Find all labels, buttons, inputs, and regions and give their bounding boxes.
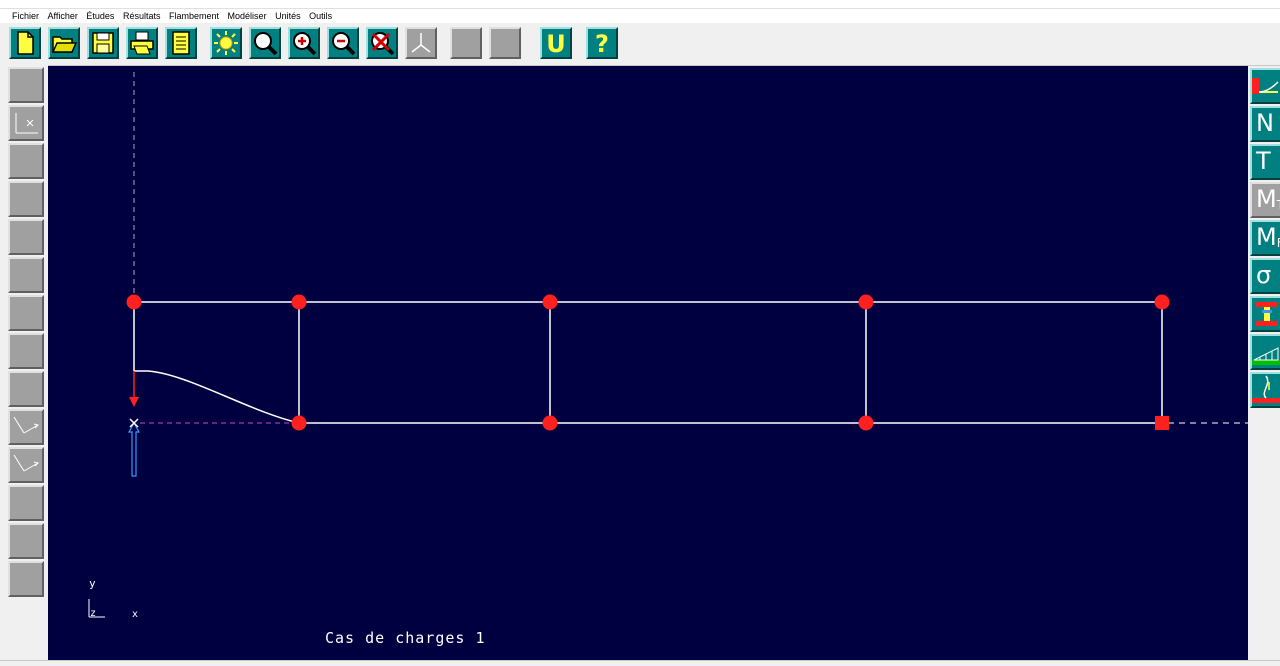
- sun-button[interactable]: [210, 27, 242, 59]
- rotate-view-icon: [13, 454, 39, 472]
- left-tool-7[interactable]: [8, 295, 44, 331]
- status-bar: [0, 660, 1280, 666]
- left-tool-3[interactable]: [8, 143, 44, 179]
- svg-text:U: U: [546, 30, 566, 57]
- node[interactable]: [291, 294, 307, 310]
- normal-force-icon: N: [1256, 109, 1274, 137]
- stress-button[interactable]: σ: [1250, 258, 1280, 294]
- axis-z-label: z: [90, 608, 97, 619]
- zoom-out-icon: [332, 32, 356, 56]
- left-tool-rotate-1[interactable]: [8, 409, 44, 445]
- notes-button[interactable]: [165, 27, 197, 59]
- menu-fichier[interactable]: Fichier: [9, 9, 42, 23]
- menu-flambement[interactable]: Flambement: [166, 9, 222, 23]
- zoom-out-button[interactable]: [327, 27, 359, 59]
- bending-moment-icon: MF: [1256, 223, 1280, 251]
- zoom-button[interactable]: [249, 27, 281, 59]
- left-tool-axis[interactable]: [8, 105, 44, 141]
- structure-canvas[interactable]: y z x Cas de charges 1: [48, 66, 1248, 660]
- shear-force-button[interactable]: T: [1250, 144, 1280, 180]
- left-toolbar: [0, 65, 48, 665]
- axes-icon: [411, 33, 431, 53]
- node[interactable]: [858, 415, 874, 431]
- menu-resultats[interactable]: Résultats: [120, 9, 164, 23]
- blank-button-2[interactable]: [489, 27, 521, 59]
- node[interactable]: [291, 415, 307, 431]
- buckling-icon: [1252, 375, 1280, 403]
- node[interactable]: [126, 294, 142, 310]
- axis-frame-icon: [15, 113, 38, 134]
- normal-force-button[interactable]: N: [1250, 106, 1280, 142]
- menu-afficher[interactable]: Afficher: [45, 9, 81, 23]
- new-file-icon: [17, 31, 34, 55]
- save-button[interactable]: [87, 27, 119, 59]
- results-toolbar: N T MT MF σ: [1248, 66, 1280, 660]
- menu-unites[interactable]: Unités: [272, 9, 304, 23]
- left-tool-1[interactable]: [8, 67, 44, 103]
- section-button[interactable]: [1250, 296, 1280, 332]
- zoom-in-icon: [293, 32, 317, 56]
- axis-x-label: x: [132, 609, 139, 620]
- print-icon: [130, 31, 154, 55]
- axes-button[interactable]: [405, 27, 437, 59]
- open-folder-icon: [51, 36, 78, 53]
- shear-force-icon: T: [1256, 147, 1271, 175]
- title-bar: [0, 0, 1280, 9]
- notes-icon: [172, 31, 190, 55]
- blank-icon: [491, 29, 519, 57]
- left-tool-14[interactable]: [8, 561, 44, 597]
- zoom-icon: [254, 32, 278, 56]
- blank-button-1[interactable]: [450, 27, 482, 59]
- main-toolbar: U ?: [0, 23, 1280, 66]
- units-icon: U: [546, 30, 566, 57]
- deformed-shape-icon: [1252, 78, 1279, 94]
- distributed-load-button[interactable]: [1250, 334, 1280, 370]
- zoom-reset-icon: [371, 32, 395, 56]
- section-icon: [1256, 302, 1278, 326]
- units-button[interactable]: U: [540, 27, 572, 59]
- load-case-label: Cas de charges 1: [325, 629, 486, 647]
- distributed-load-icon: [1252, 347, 1280, 365]
- axis-y-label: y: [89, 577, 96, 590]
- menu-outils[interactable]: Outils: [306, 9, 335, 23]
- load-arrow-head: [129, 397, 139, 407]
- save-disk-icon: [92, 32, 114, 54]
- node[interactable]: [542, 415, 558, 431]
- help-icon: ?: [595, 30, 609, 57]
- open-button[interactable]: [48, 27, 80, 59]
- buckling-button[interactable]: [1250, 372, 1280, 408]
- left-tool-4[interactable]: [8, 181, 44, 217]
- menu-bar: Fichier Afficher Études Résultats Flambe…: [0, 9, 1280, 23]
- new-file-button[interactable]: [9, 27, 41, 59]
- left-tool-13[interactable]: [8, 523, 44, 559]
- zoom-in-button[interactable]: [288, 27, 320, 59]
- svg-text:?: ?: [595, 30, 609, 57]
- left-tool-12[interactable]: [8, 485, 44, 521]
- sun-icon: [214, 31, 238, 55]
- reaction-arrow: [127, 421, 141, 477]
- zoom-reset-button[interactable]: [366, 27, 398, 59]
- structure-drawing: [88, 72, 1248, 618]
- rotate-view-icon: [13, 416, 39, 434]
- left-tool-9[interactable]: [8, 371, 44, 407]
- left-tool-6[interactable]: [8, 257, 44, 293]
- node[interactable]: [858, 294, 874, 310]
- curved-member: [134, 370, 300, 424]
- left-tool-8[interactable]: [8, 333, 44, 369]
- help-button[interactable]: ?: [586, 27, 618, 59]
- torsion-moment-icon: MT: [1256, 185, 1280, 213]
- node-support[interactable]: [1155, 416, 1169, 430]
- left-tool-rotate-2[interactable]: [8, 447, 44, 483]
- print-button[interactable]: [126, 27, 158, 59]
- stress-icon: σ: [1256, 261, 1272, 289]
- blank-icon: [452, 29, 480, 57]
- menu-etudes[interactable]: Études: [83, 9, 117, 23]
- bending-moment-button[interactable]: MF: [1250, 220, 1280, 256]
- left-tool-5[interactable]: [8, 219, 44, 255]
- node[interactable]: [1154, 294, 1170, 310]
- deformed-shape-button[interactable]: [1250, 68, 1280, 104]
- menu-modeliser[interactable]: Modéliser: [225, 9, 270, 23]
- node[interactable]: [542, 294, 558, 310]
- torsion-moment-button[interactable]: MT: [1250, 182, 1280, 218]
